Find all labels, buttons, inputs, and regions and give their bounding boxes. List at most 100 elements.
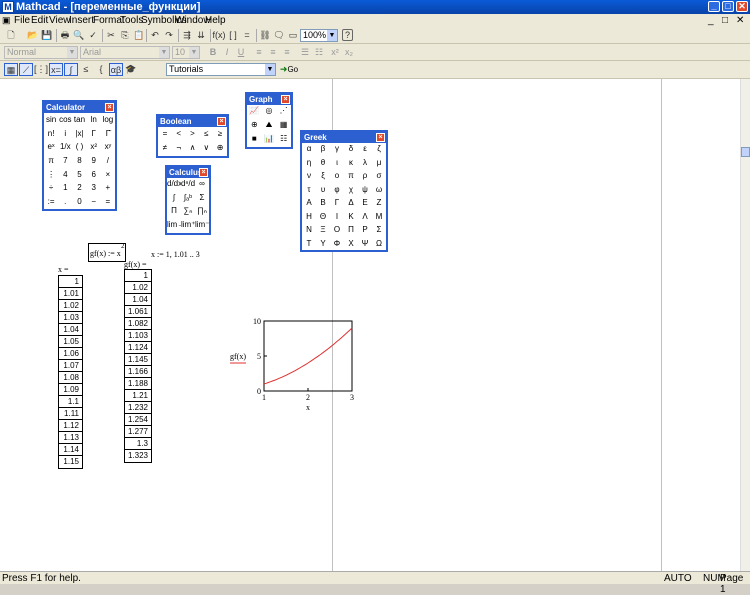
open-icon[interactable]: 📂 <box>26 29 40 42</box>
calculus-button[interactable]: lim→ <box>167 220 181 234</box>
calculator-button[interactable]: log <box>101 115 115 129</box>
graph-toolbar-icon[interactable]: ⟋ <box>19 63 33 76</box>
greek-letter-button[interactable]: Α <box>302 198 316 212</box>
matrix-toolbar-icon[interactable]: [⋮] <box>34 63 48 76</box>
boolean-header[interactable]: Boolean × <box>158 116 227 127</box>
calculator-toolbar-icon[interactable]: ▦ <box>4 63 18 76</box>
greek-letter-button[interactable]: ε <box>358 144 372 158</box>
graph-button[interactable]: ⛰ <box>262 120 277 134</box>
calculator-button[interactable]: ln <box>87 115 101 129</box>
worksheet[interactable]: Calculator × sin cos tan ln log n! i |x| Γ Γ̄ eˣ 1/… <box>0 79 740 571</box>
function-definition-region[interactable]: gf(x) := x 2 <box>88 242 126 262</box>
calculator-button[interactable]: − <box>87 197 101 211</box>
boolean-button[interactable]: ≤ <box>199 129 213 143</box>
greek-letter-button[interactable]: Ζ <box>372 198 386 212</box>
go-button[interactable]: ➜Go <box>279 63 299 76</box>
help-icon[interactable]: ? <box>342 29 353 41</box>
calculator-button[interactable]: |x| <box>72 129 86 143</box>
graph-button[interactable]: ■ <box>247 134 262 148</box>
calculus-header[interactable]: Calculus × <box>167 167 209 178</box>
boolean-button[interactable]: ≥ <box>213 129 227 143</box>
boolean-button[interactable]: ∨ <box>199 143 213 157</box>
calculator-button[interactable]: ⋮ <box>44 170 58 184</box>
menu-help[interactable]: Help <box>205 15 226 26</box>
size-select[interactable]: 10 ▼ <box>172 46 200 59</box>
calculator-button[interactable]: 8 <box>72 156 86 170</box>
calculator-button[interactable]: ( ) <box>72 142 86 156</box>
calculator-button[interactable]: eˣ <box>44 142 58 156</box>
greek-letter-button[interactable]: Μ <box>372 212 386 226</box>
bold-icon[interactable]: B <box>206 46 220 59</box>
copy-icon[interactable]: ⎘ <box>118 29 132 42</box>
calculator-button[interactable]: 0 <box>72 197 86 211</box>
boolean-palette[interactable]: Boolean × = < > ≤ ≥ ≠ ¬ ∧ ∨ ⊕ <box>156 114 229 158</box>
calculator-button[interactable]: 3 <box>87 183 101 197</box>
italic-icon[interactable]: I <box>220 46 234 59</box>
greek-letter-button[interactable]: Ι <box>330 212 344 226</box>
calculator-button[interactable]: 4 <box>58 170 72 184</box>
calculator-header[interactable]: Calculator × <box>44 102 115 113</box>
calculus-button[interactable]: d/dx <box>167 179 181 193</box>
calculus-button[interactable]: Π <box>167 206 181 220</box>
calculator-button[interactable]: / <box>101 156 115 170</box>
boolean-button[interactable]: < <box>172 129 186 143</box>
greek-toolbar-icon[interactable]: αβ <box>109 63 123 76</box>
graph-button[interactable]: 📊 <box>262 134 277 148</box>
calculus-button[interactable]: ∫ₐᵇ <box>181 193 195 207</box>
calculator-button[interactable]: = <box>101 197 115 211</box>
menu-tools[interactable]: Tools <box>120 15 143 26</box>
greek-letter-button[interactable]: α <box>302 144 316 158</box>
graph-palette[interactable]: Graph × 📈 ◎ ⋰ ⊕ ⛰ ▦ ■ 📊 ☷ <box>245 92 293 149</box>
greek-letter-button[interactable]: σ <box>372 171 386 185</box>
calculator-button[interactable]: Γ <box>87 129 101 143</box>
greek-letter-button[interactable]: Χ <box>344 239 358 253</box>
greek-letter-button[interactable]: λ <box>358 158 372 172</box>
gf-values-table[interactable]: 1 1.02 1.04 1.061 1.082 1.103 1.124 1.145 1.166 1… <box>124 269 152 463</box>
greek-letter-button[interactable]: Ψ <box>358 239 372 253</box>
underline-icon[interactable]: U <box>234 46 248 59</box>
print-icon[interactable]: 🖶 <box>58 29 72 42</box>
superscript-icon[interactable]: x² <box>328 46 342 59</box>
calculus-button[interactable]: ∏ₙ <box>195 206 209 220</box>
menu-file[interactable]: File <box>14 15 30 26</box>
greek-letter-button[interactable]: Δ <box>344 198 358 212</box>
greek-letter-button[interactable]: δ <box>344 144 358 158</box>
calculator-button[interactable]: . <box>58 197 72 211</box>
calculator-button[interactable]: Γ̄ <box>101 129 115 143</box>
boolean-button[interactable]: ≠ <box>158 143 172 157</box>
greek-letter-button[interactable]: Γ <box>330 198 344 212</box>
greek-letter-button[interactable]: η <box>302 158 316 172</box>
calculus-button[interactable]: Σ <box>195 193 209 207</box>
greek-letter-button[interactable]: τ <box>302 185 316 199</box>
greek-letter-button[interactable]: Ο <box>330 225 344 239</box>
paste-icon[interactable]: 📋 <box>132 29 146 42</box>
calculator-button[interactable]: x² <box>87 142 101 156</box>
calculate-icon[interactable]: = <box>240 29 254 42</box>
greek-letter-button[interactable]: Ω <box>372 239 386 253</box>
calculator-button[interactable]: × <box>101 170 115 184</box>
greek-letter-button[interactable]: ζ <box>372 144 386 158</box>
greek-header[interactable]: Greek × <box>302 132 386 143</box>
greek-letter-button[interactable]: γ <box>330 144 344 158</box>
doc-icon[interactable]: ▣ <box>2 15 11 26</box>
subscript-icon[interactable]: x₂ <box>342 46 356 59</box>
insert-hyperlink-icon[interactable]: ⛓ <box>258 29 272 42</box>
redo-icon[interactable]: ↷ <box>162 29 176 42</box>
align-right-icon[interactable]: ≡ <box>280 46 294 59</box>
calculator-button[interactable]: tan <box>72 115 86 129</box>
calculator-button[interactable]: 5 <box>72 170 86 184</box>
calculator-button[interactable]: 1/x <box>58 142 72 156</box>
greek-letter-button[interactable]: Ν <box>302 225 316 239</box>
align-icon[interactable]: ⇶ <box>180 29 194 42</box>
x-values-table[interactable]: 1 1.01 1.02 1.03 1.04 1.05 1.06 1.07 1.08 1.09 1.1… <box>58 275 83 469</box>
greek-letter-button[interactable]: ξ <box>316 171 330 185</box>
greek-letter-button[interactable]: Υ <box>316 239 330 253</box>
calculator-button[interactable]: := <box>44 197 58 211</box>
calculus-button[interactable]: lim⁻ <box>195 220 209 234</box>
calculator-button[interactable]: π <box>44 156 58 170</box>
greek-letter-button[interactable]: φ <box>330 185 344 199</box>
insert-unit-icon[interactable]: [ ] <box>226 29 240 42</box>
calculator-palette[interactable]: Calculator × sin cos tan ln log n! i |x| Γ Γ̄ eˣ 1/… <box>42 100 117 211</box>
calculus-button[interactable]: ∞ <box>195 179 209 193</box>
calculator-button[interactable]: cos <box>58 115 72 129</box>
